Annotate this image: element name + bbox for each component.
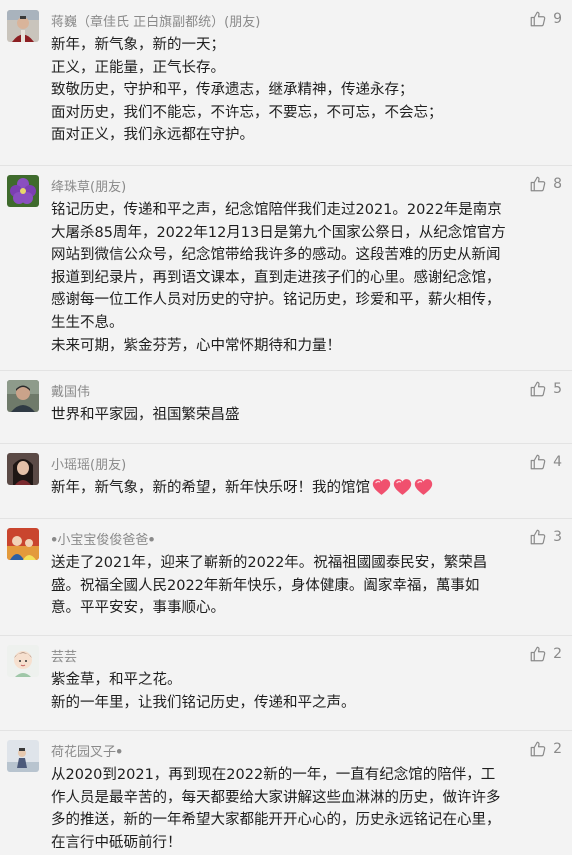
comment-text: 世界和平家园，祖国繁荣昌盛 <box>51 404 556 427</box>
avatar-person-photo-icon[interactable] <box>7 380 39 412</box>
like-button[interactable]: 2 <box>529 645 562 663</box>
comment-username[interactable]: 绛珠草(朋友) <box>51 176 126 195</box>
comment-text: 送走了2021年，迎来了嶄新的2022年。祝福祖國國泰民安，繁荣昌 盛。祝福全國… <box>51 552 556 620</box>
like-count: 9 <box>553 11 562 27</box>
avatar-person-photo-icon[interactable] <box>7 740 39 772</box>
avatar-family-photo-icon[interactable] <box>7 528 39 560</box>
avatar-person-photo-icon[interactable] <box>7 10 39 42</box>
comment-text-line: 世界和平家园，祖国繁荣昌盛 <box>51 407 240 423</box>
heart-emoji-group <box>372 478 433 496</box>
thumbs-up-icon <box>530 176 546 192</box>
thumbs-up-icon <box>530 646 546 662</box>
comment-username[interactable]: 蒋巍（章佳氏 正白旗副都统）(朋友) <box>51 11 260 30</box>
avatar-girl-photo-icon[interactable] <box>7 453 39 485</box>
comment-text: 新年，新气象，新的希望，新年快乐呀！我的馆馆 <box>51 477 556 500</box>
comment-text-line: 盛。祝福全國人民2022年新年快乐，身体健康。阖家幸福，萬事如 <box>51 577 480 594</box>
comment-username[interactable]: 荷花园叉子ꔷ <box>51 741 122 760</box>
like-button[interactable]: 3 <box>529 528 562 546</box>
avatar-cartoon-girl-icon[interactable] <box>7 645 39 677</box>
like-button[interactable]: 5 <box>529 380 562 398</box>
thumbs-up-icon <box>530 741 546 757</box>
heart-emoji-icon <box>393 479 412 495</box>
comment-text-line: 紫金草，和平之花。 <box>51 672 182 688</box>
like-button[interactable]: 4 <box>529 453 562 471</box>
comment-item: ꔷ小宝宝俊俊爸爸ꔷ 3 送走了2021年，迎来了嶄新的2022年。祝福祖國國泰民… <box>0 518 572 636</box>
comment-text-line: 致敬历史，守护和平，传承遗志，继承精神，传递永存； <box>51 82 414 99</box>
comment-text: 从2020到2021，再到现在2022新的一年，一直有纪念馆的陪伴，工 作人员是… <box>51 764 556 854</box>
thumbs-up-icon <box>530 529 546 545</box>
comment-text-line: 报道到纪录片，再到语文课本，直到走进孩子们的心里。感谢纪念馆， <box>51 269 501 286</box>
comment-text-line: 多的推送，新的一年希望大家都能开开心心的，历史永远铭记在心里， <box>51 812 501 829</box>
like-count: 2 <box>553 741 562 757</box>
avatar-purple-flower-icon[interactable] <box>7 175 39 207</box>
comment-item: 芸芸 2 紫金草，和平之花。 新的一年里，让我们铭记历史，传递和平之声。 <box>0 635 572 731</box>
heart-emoji-icon <box>414 479 433 495</box>
comment-username[interactable]: ꔷ小宝宝俊俊爸爸ꔷ <box>51 529 155 548</box>
comment-username[interactable]: 戴国伟 <box>51 381 90 400</box>
comment-text-line: 意。平平安安，事事顺心。 <box>51 600 225 617</box>
heart-emoji-icon <box>372 479 391 495</box>
comment-text-line: 在言行中砥砺前行！ <box>51 834 182 851</box>
like-button[interactable]: 8 <box>529 175 562 193</box>
comment-text: 紫金草，和平之花。 新的一年里，让我们铭记历史，传递和平之声。 <box>51 669 556 714</box>
comment-text-line: 从2020到2021，再到现在2022新的一年，一直有纪念馆的陪伴，工 <box>51 767 496 783</box>
comment-item: 戴国伟 5 世界和平家园，祖国繁荣昌盛 <box>0 370 572 444</box>
comment-text-line: 面对正义，我们永远都在守护。 <box>51 127 254 144</box>
thumbs-up-icon <box>530 381 546 397</box>
comment-text-line: 面对历史，我们不能忘，不许忘，不要忘，不可忘，不会忘； <box>51 104 443 121</box>
comment-text-line: 正义，正能量，正气长存。 <box>51 59 225 76</box>
comment-text-line: 新年，新气象，新的希望，新年快乐呀！我的馆馆 <box>51 477 556 500</box>
comment-username[interactable]: 芸芸 <box>51 646 77 665</box>
comment-username[interactable]: 小瑶瑶(朋友) <box>51 454 126 473</box>
like-button[interactable]: 9 <box>529 10 562 28</box>
comment-text-line: 网站到微信公众号，纪念馆带给我许多的感动。这段苦难的历史从新闻 <box>51 247 501 264</box>
comment-text-line: 生生不息。 <box>51 314 124 331</box>
like-count: 2 <box>553 646 562 662</box>
like-count: 5 <box>553 381 562 397</box>
comment-text-line: 未来可期，紫金芬芳，心中常怀期待和力量！ <box>51 337 341 354</box>
like-count: 3 <box>553 529 562 545</box>
comment-item: 蒋巍（章佳氏 正白旗副都统）(朋友) 9 新年，新气象，新的一天； 正义，正能量… <box>0 0 572 166</box>
comment-text-line: 铭记历史，传递和平之声，纪念馆陪伴我们走过2021。2022年是南京 <box>51 202 502 218</box>
comment-list: 蒋巍（章佳氏 正白旗副都统）(朋友) 9 新年，新气象，新的一天； 正义，正能量… <box>0 0 572 855</box>
comment-item: 小瑶瑶(朋友) 4 新年，新气象，新的希望，新年快乐呀！我的馆馆 <box>0 443 572 519</box>
like-count: 4 <box>553 454 562 470</box>
thumbs-up-icon <box>530 454 546 470</box>
comment-text-line: 送走了2021年，迎来了嶄新的2022年。祝福祖國國泰民安，繁荣昌 <box>51 555 488 571</box>
like-count: 8 <box>553 176 562 192</box>
comment-text: 铭记历史，传递和平之声，纪念馆陪伴我们走过2021。2022年是南京 大屠杀85… <box>51 199 556 357</box>
comment-text-line: 新年，新气象，新的一天； <box>51 37 225 53</box>
comment-text: 新年，新气象，新的一天； 正义，正能量，正气长存。 致敬历史，守护和平，传承遗志… <box>51 34 556 147</box>
like-button[interactable]: 2 <box>529 740 562 758</box>
comment-text-line: 感谢每一位工作人员对历史的守护。铭记历史，珍爱和平，薪火相传， <box>51 292 501 309</box>
comment-item: 绛珠草(朋友) 8 铭记历史，传递和平之声，纪念馆陪伴我们走过2021。2022… <box>0 165 572 371</box>
comment-text-content: 新年，新气象，新的希望，新年快乐呀！我的馆馆 <box>51 480 370 496</box>
thumbs-up-icon <box>530 11 546 27</box>
comment-text-line: 大屠杀85周年，2022年12月13日是第九个国家公祭日，从纪念馆官方 <box>51 224 506 241</box>
comment-text-line: 新的一年里，让我们铭记历史，传递和平之声。 <box>51 694 356 711</box>
comment-item: 荷花园叉子ꔷ 2 从2020到2021，再到现在2022新的一年，一直有纪念馆的… <box>0 730 572 855</box>
comment-text-line: 作人员是最辛苦的，每天都要给大家讲解这些血淋淋的历史，做许许多 <box>51 789 501 806</box>
